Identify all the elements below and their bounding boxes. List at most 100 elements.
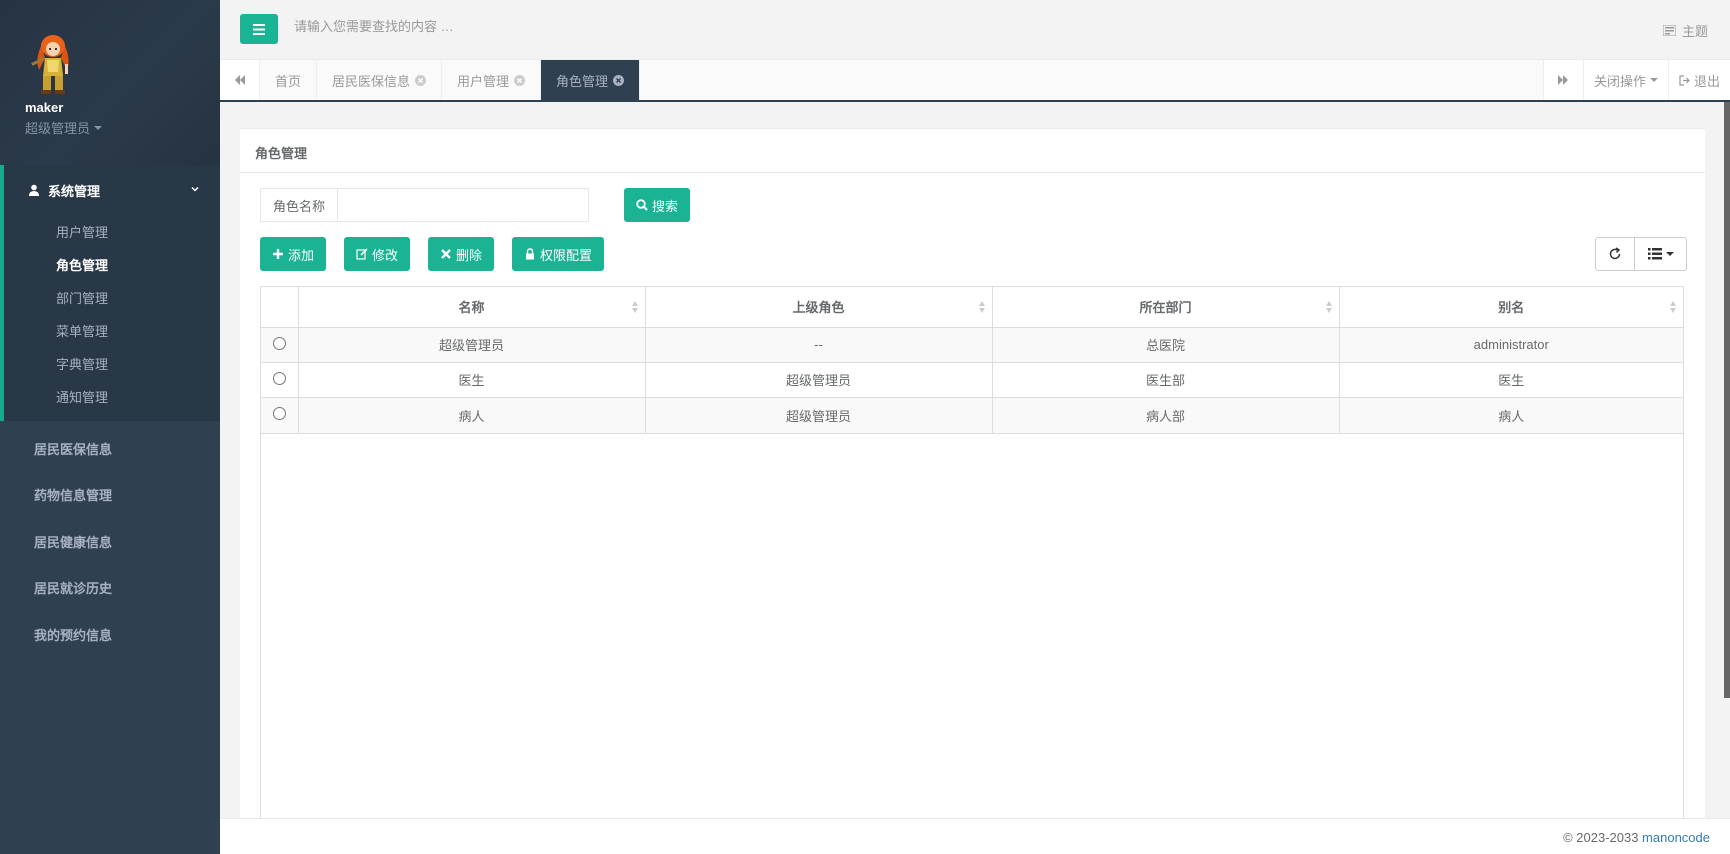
- sidebar-item-label: 药物信息管理: [34, 488, 113, 504]
- tab-list: 首页 居民医保信息 用户管理 角色管理: [260, 60, 641, 100]
- edit-icon: [356, 248, 368, 260]
- table-cell: 病人部: [992, 397, 1340, 434]
- sort-icon: [1325, 301, 1332, 313]
- columns-toggle-button[interactable]: [1635, 237, 1687, 271]
- close-icon[interactable]: [613, 74, 625, 86]
- theme-icon: [1662, 25, 1676, 36]
- caret-down-icon: [94, 125, 103, 130]
- column-header-name[interactable]: 名称: [298, 287, 646, 328]
- close-icon[interactable]: [514, 74, 526, 86]
- column-header-parent[interactable]: 上级角色: [645, 287, 993, 328]
- user-icon: [29, 184, 39, 196]
- table-header-row: 名称 上级角色 所在部门 别名: [261, 287, 1683, 328]
- caret-down-icon: [1665, 252, 1674, 256]
- table-cell: 超级管理员: [298, 327, 646, 363]
- theme-button[interactable]: 主题: [1662, 21, 1708, 40]
- table-cell: administrator: [1339, 327, 1683, 363]
- sidebar-item-visit-history[interactable]: 居民就诊历史: [0, 565, 220, 612]
- sidebar-item-label: 菜单管理: [56, 324, 109, 339]
- list-icon: [1647, 248, 1662, 260]
- sidebar-item-notices[interactable]: 通知管理: [4, 380, 220, 413]
- global-search-input[interactable]: [294, 19, 694, 34]
- page-scrollbar[interactable]: [1724, 102, 1730, 698]
- sort-icon: [1670, 301, 1676, 313]
- logout-button[interactable]: 退出: [1667, 60, 1730, 100]
- menu-toggle-button[interactable]: [240, 14, 278, 44]
- sidebar-item-insurance[interactable]: 居民医保信息: [0, 425, 220, 472]
- table-cell: 医生: [298, 362, 646, 398]
- permission-config-label: 权限配置: [540, 247, 593, 263]
- filter-label: 角色名称: [260, 188, 338, 222]
- close-operations-label: 关闭操作: [1593, 73, 1646, 89]
- row-radio[interactable]: [272, 336, 286, 350]
- table-cell: 病人: [1339, 397, 1683, 434]
- main-content: 角色管理 角色名称 搜索 添加 修改 删除 权限配置 名称 上级角色 所在部门 …: [220, 102, 1730, 848]
- tab-roles[interactable]: 角色管理: [541, 60, 641, 100]
- close-operations-dropdown[interactable]: 关闭操作: [1582, 60, 1668, 100]
- table-row[interactable]: 超级管理员 -- 总医院 administrator: [261, 327, 1683, 363]
- table-cell: 病人: [298, 397, 646, 434]
- column-header-label: 上级角色: [792, 300, 845, 316]
- tab-label: 居民医保信息: [332, 73, 411, 89]
- tab-insurance[interactable]: 居民医保信息: [317, 60, 443, 100]
- footer: © 2023-2033 manoncode: [220, 818, 1730, 854]
- sidebar-item-appointments[interactable]: 我的预约信息: [0, 611, 220, 658]
- tab-scroll-left-button[interactable]: [220, 60, 260, 100]
- add-button[interactable]: 添加: [260, 237, 327, 271]
- topbar: 主题: [220, 0, 1730, 60]
- table-cell: 超级管理员: [645, 397, 993, 434]
- tab-users[interactable]: 用户管理: [442, 60, 542, 100]
- sidebar-item-departments[interactable]: 部门管理: [4, 281, 220, 314]
- table-cell: --: [645, 327, 993, 363]
- table-row[interactable]: 病人 超级管理员 病人部 病人: [261, 397, 1683, 434]
- tab-scroll-right-button[interactable]: [1542, 60, 1583, 100]
- nav-group-system-toggle[interactable]: 系统管理: [4, 165, 220, 215]
- table-tools: [1595, 237, 1687, 271]
- table-row[interactable]: 医生 超级管理员 医生部 医生: [261, 362, 1683, 398]
- footer-link[interactable]: manoncode: [1642, 830, 1710, 845]
- close-icon[interactable]: [415, 74, 427, 86]
- permission-config-button[interactable]: 权限配置: [512, 237, 605, 271]
- sidebar-item-menus[interactable]: 菜单管理: [4, 314, 220, 347]
- edit-button[interactable]: 修改: [344, 237, 411, 271]
- avatar[interactable]: [25, 30, 81, 96]
- select-column-header: [261, 287, 299, 328]
- sidebar-item-roles[interactable]: 角色管理: [4, 248, 220, 281]
- refresh-button[interactable]: [1595, 237, 1635, 271]
- search-button[interactable]: 搜索: [624, 188, 691, 222]
- sidebar-item-label: 部门管理: [56, 291, 109, 306]
- tab-home[interactable]: 首页: [260, 60, 318, 100]
- sidebar-item-label: 居民医保信息: [34, 441, 113, 457]
- refresh-icon: [1609, 247, 1621, 260]
- edit-button-label: 修改: [372, 247, 399, 263]
- row-radio[interactable]: [272, 407, 286, 420]
- tab-label: 用户管理: [457, 73, 510, 89]
- role-dropdown[interactable]: 超级管理员: [25, 118, 195, 137]
- lock-icon: [526, 248, 535, 260]
- sidebar-item-users[interactable]: 用户管理: [4, 215, 220, 248]
- sort-icon: [978, 301, 985, 313]
- double-chevron-right-icon: [1558, 75, 1569, 85]
- copyright-text: © 2023-2033: [1563, 830, 1643, 845]
- nav-group-label: 系统管理: [48, 183, 101, 199]
- sidebar: maker 超级管理员 系统管理 用户管理 角色管理 部门管理 菜单管理 字典管…: [0, 0, 220, 854]
- role-name-input[interactable]: [337, 188, 590, 222]
- role-label: 超级管理员: [25, 121, 91, 136]
- add-button-label: 添加: [288, 247, 315, 263]
- tab-actions: 关闭操作 退出: [1542, 60, 1730, 100]
- column-header-department[interactable]: 所在部门: [992, 287, 1340, 328]
- row-radio[interactable]: [272, 371, 286, 385]
- sidebar-item-label: 字典管理: [56, 357, 109, 372]
- sidebar-item-health[interactable]: 居民健康信息: [0, 518, 220, 565]
- caret-down-icon: [1649, 78, 1658, 82]
- sidebar-item-label: 用户管理: [56, 225, 109, 240]
- sidebar-item-dictionary[interactable]: 字典管理: [4, 347, 220, 380]
- logout-label: 退出: [1693, 73, 1720, 89]
- remove-icon: [441, 249, 451, 259]
- delete-button[interactable]: 删除: [428, 237, 495, 271]
- sort-icon: [631, 301, 638, 313]
- table-cell: 超级管理员: [645, 362, 993, 398]
- user-profile: maker 超级管理员: [0, 0, 220, 165]
- sidebar-item-drugs[interactable]: 药物信息管理: [0, 472, 220, 519]
- column-header-alias[interactable]: 别名: [1339, 287, 1683, 328]
